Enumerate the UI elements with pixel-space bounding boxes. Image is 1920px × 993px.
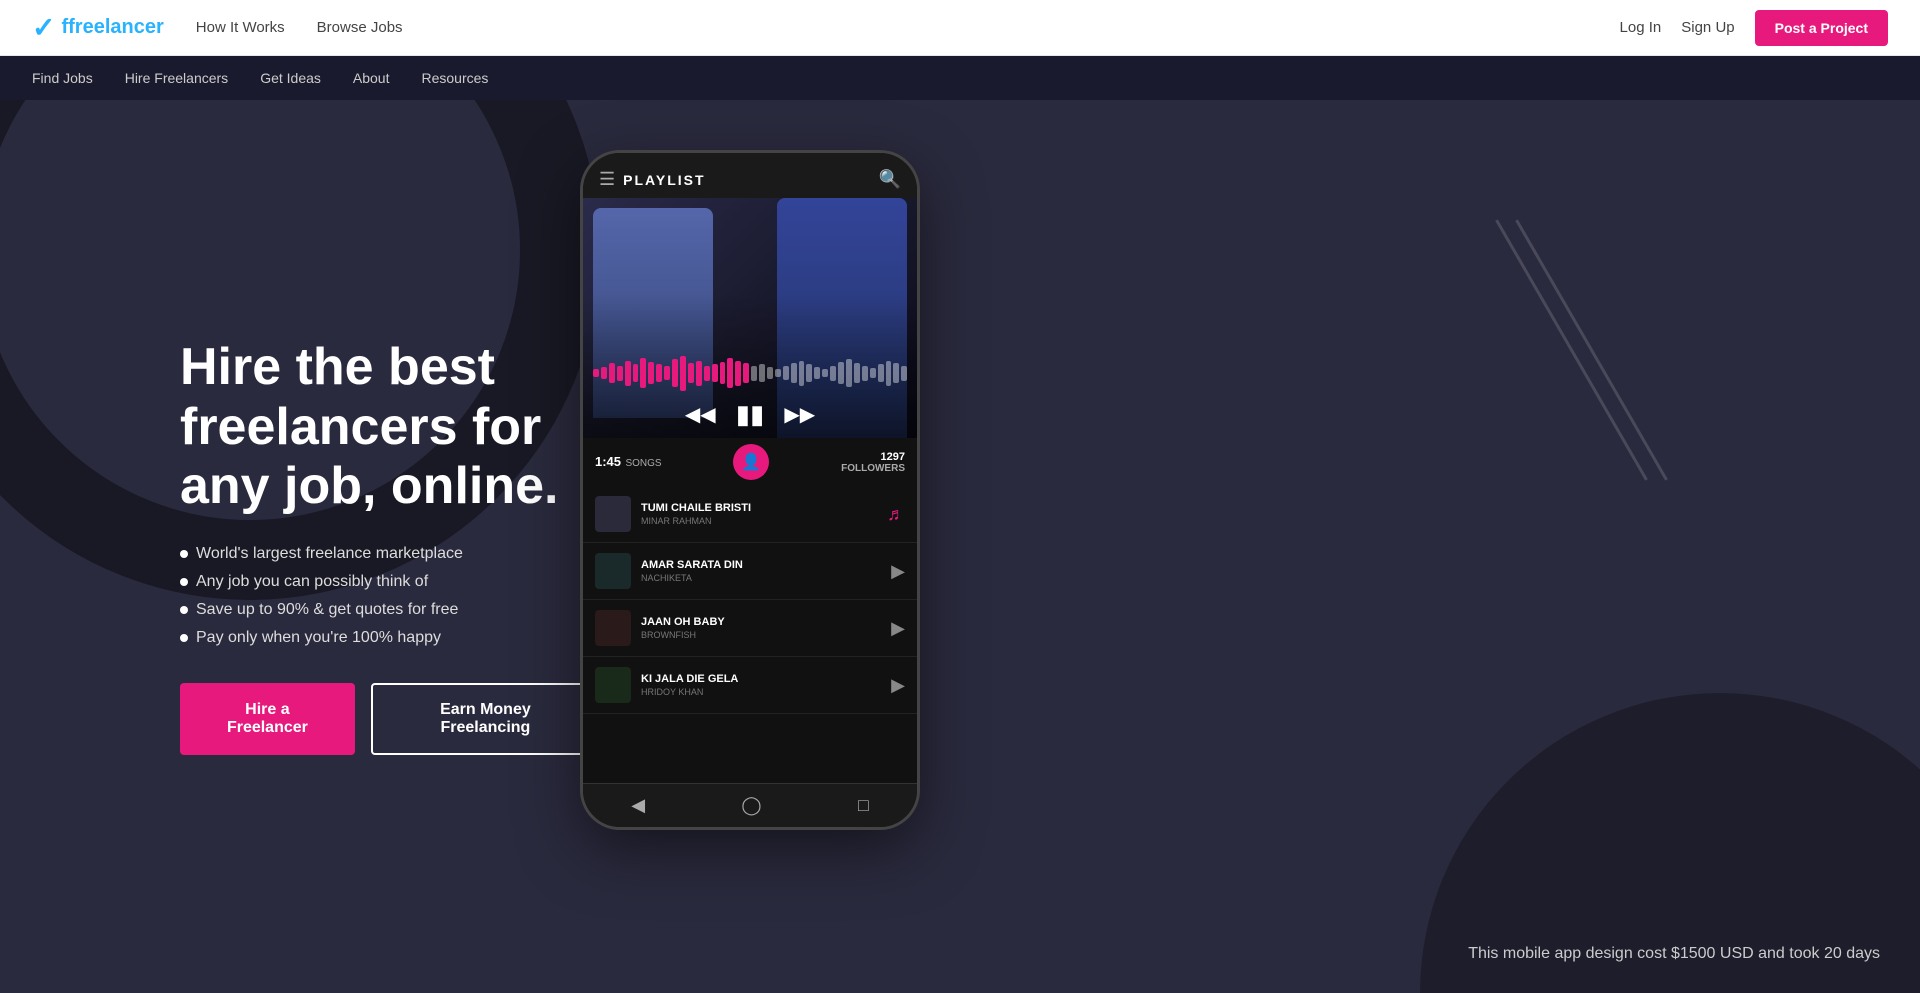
- deco-line-2: [1515, 219, 1668, 480]
- song-thumb-3: [595, 610, 631, 646]
- pause-button[interactable]: ▮▮: [736, 399, 765, 430]
- song-item-2[interactable]: AMAR SARATA DIN NACHIKETA ▶: [583, 543, 917, 600]
- bullet-2: Any job you can possibly think of: [180, 573, 600, 591]
- playlist-title: PLAYLIST: [623, 172, 705, 188]
- signup-button[interactable]: Sign Up: [1681, 19, 1734, 36]
- song-details-1: TUMI CHAILE BRISTI MINAR RAHMAN: [641, 502, 877, 526]
- song-details-3: JAAN OH BABY BROWNFISH: [641, 616, 881, 640]
- earn-money-button[interactable]: Earn Money Freelancing: [371, 683, 600, 755]
- top-nav-right: Log In Sign Up Post a Project: [1620, 10, 1888, 46]
- cost-text: This mobile app design cost $1500 USD an…: [1468, 945, 1880, 963]
- playback-controls: ◀◀ ▮▮ ▶▶: [583, 399, 917, 430]
- album-art: ◀◀ ▮▮ ▶▶: [583, 198, 917, 438]
- song-item-4[interactable]: KI JALA DIE GELA HRIDOY KHAN ▶: [583, 657, 917, 714]
- top-nav-left: ✓ ffreelancer How It Works Browse Jobs: [32, 11, 403, 44]
- logo-text: ffreelancer: [61, 16, 163, 39]
- secondary-navigation: Find Jobs Hire Freelancers Get Ideas Abo…: [0, 56, 1920, 100]
- song-details-4: KI JALA DIE GELA HRIDOY KHAN: [641, 673, 881, 697]
- song-info-row: 1:45 SONGS 👤 1297 FOLLOWERS: [583, 438, 917, 486]
- waveform: [593, 358, 907, 388]
- song-thumb-4: [595, 667, 631, 703]
- song-thumb-1: [595, 496, 631, 532]
- song-count: 1:45 SONGS: [595, 453, 662, 471]
- hire-freelancers-link[interactable]: Hire Freelancers: [125, 70, 228, 86]
- hero-section: Hire the best freelancers for any job, o…: [0, 100, 1920, 993]
- hero-bullets: World's largest freelance marketplace An…: [180, 545, 600, 647]
- phone-mockup: ☰ PLAYLIST 🔍 ◀◀ ▮▮ ▶▶: [580, 150, 920, 830]
- now-playing-icon: ♬: [887, 504, 905, 525]
- phone-header: ☰ PLAYLIST 🔍: [583, 153, 917, 198]
- bullet-dot-4: [180, 634, 188, 642]
- play-icon-3: ▶: [891, 618, 905, 639]
- get-ideas-link[interactable]: Get Ideas: [260, 70, 321, 86]
- home-nav-icon[interactable]: ◯: [741, 795, 761, 816]
- bullet-dot-2: [180, 578, 188, 586]
- play-icon-2: ▶: [891, 561, 905, 582]
- bullet-dot-1: [180, 550, 188, 558]
- song-list: TUMI CHAILE BRISTI MINAR RAHMAN ♬ AMAR S…: [583, 486, 917, 783]
- deco-line-1: [1495, 219, 1648, 480]
- follower-avatar: 👤: [733, 444, 769, 480]
- find-jobs-link[interactable]: Find Jobs: [32, 70, 93, 86]
- browse-jobs-link[interactable]: Browse Jobs: [317, 19, 403, 36]
- hero-buttons: Hire a Freelancer Earn Money Freelancing: [180, 683, 600, 755]
- hero-title: Hire the best freelancers for any job, o…: [180, 338, 600, 517]
- skip-back-button[interactable]: ◀◀: [685, 402, 716, 427]
- song-details-2: AMAR SARATA DIN NACHIKETA: [641, 559, 881, 583]
- phone-bottom-nav: ◀ ◯ □: [583, 783, 917, 827]
- hire-freelancer-button[interactable]: Hire a Freelancer: [180, 683, 355, 755]
- decorative-lines: [1570, 200, 1770, 600]
- skip-forward-button[interactable]: ▶▶: [784, 402, 815, 427]
- song-item-1[interactable]: TUMI CHAILE BRISTI MINAR RAHMAN ♬: [583, 486, 917, 543]
- logo-icon: ✓: [32, 11, 55, 44]
- play-icon-4: ▶: [891, 675, 905, 696]
- about-link[interactable]: About: [353, 70, 390, 86]
- followers-count: 1297 FOLLOWERS: [841, 451, 905, 474]
- bullet-4: Pay only when you're 100% happy: [180, 629, 600, 647]
- hamburger-icon: ☰: [599, 169, 615, 190]
- resources-link[interactable]: Resources: [421, 70, 488, 86]
- back-nav-icon[interactable]: ◀: [631, 795, 645, 816]
- bullet-1: World's largest freelance marketplace: [180, 545, 600, 563]
- top-navigation: ✓ ffreelancer How It Works Browse Jobs L…: [0, 0, 1920, 56]
- how-it-works-link[interactable]: How It Works: [196, 19, 285, 36]
- post-project-button[interactable]: Post a Project: [1755, 10, 1888, 46]
- hero-content: Hire the best freelancers for any job, o…: [0, 338, 600, 755]
- recent-nav-icon[interactable]: □: [858, 795, 869, 816]
- login-button[interactable]: Log In: [1620, 19, 1662, 36]
- song-thumb-2: [595, 553, 631, 589]
- search-icon: 🔍: [879, 169, 901, 190]
- bullet-3: Save up to 90% & get quotes for free: [180, 601, 600, 619]
- logo[interactable]: ✓ ffreelancer: [32, 11, 164, 44]
- phone-header-left: ☰ PLAYLIST: [599, 169, 706, 190]
- song-item-3[interactable]: JAAN OH BABY BROWNFISH ▶: [583, 600, 917, 657]
- phone-inner: ☰ PLAYLIST 🔍 ◀◀ ▮▮ ▶▶: [583, 153, 917, 827]
- bullet-dot-3: [180, 606, 188, 614]
